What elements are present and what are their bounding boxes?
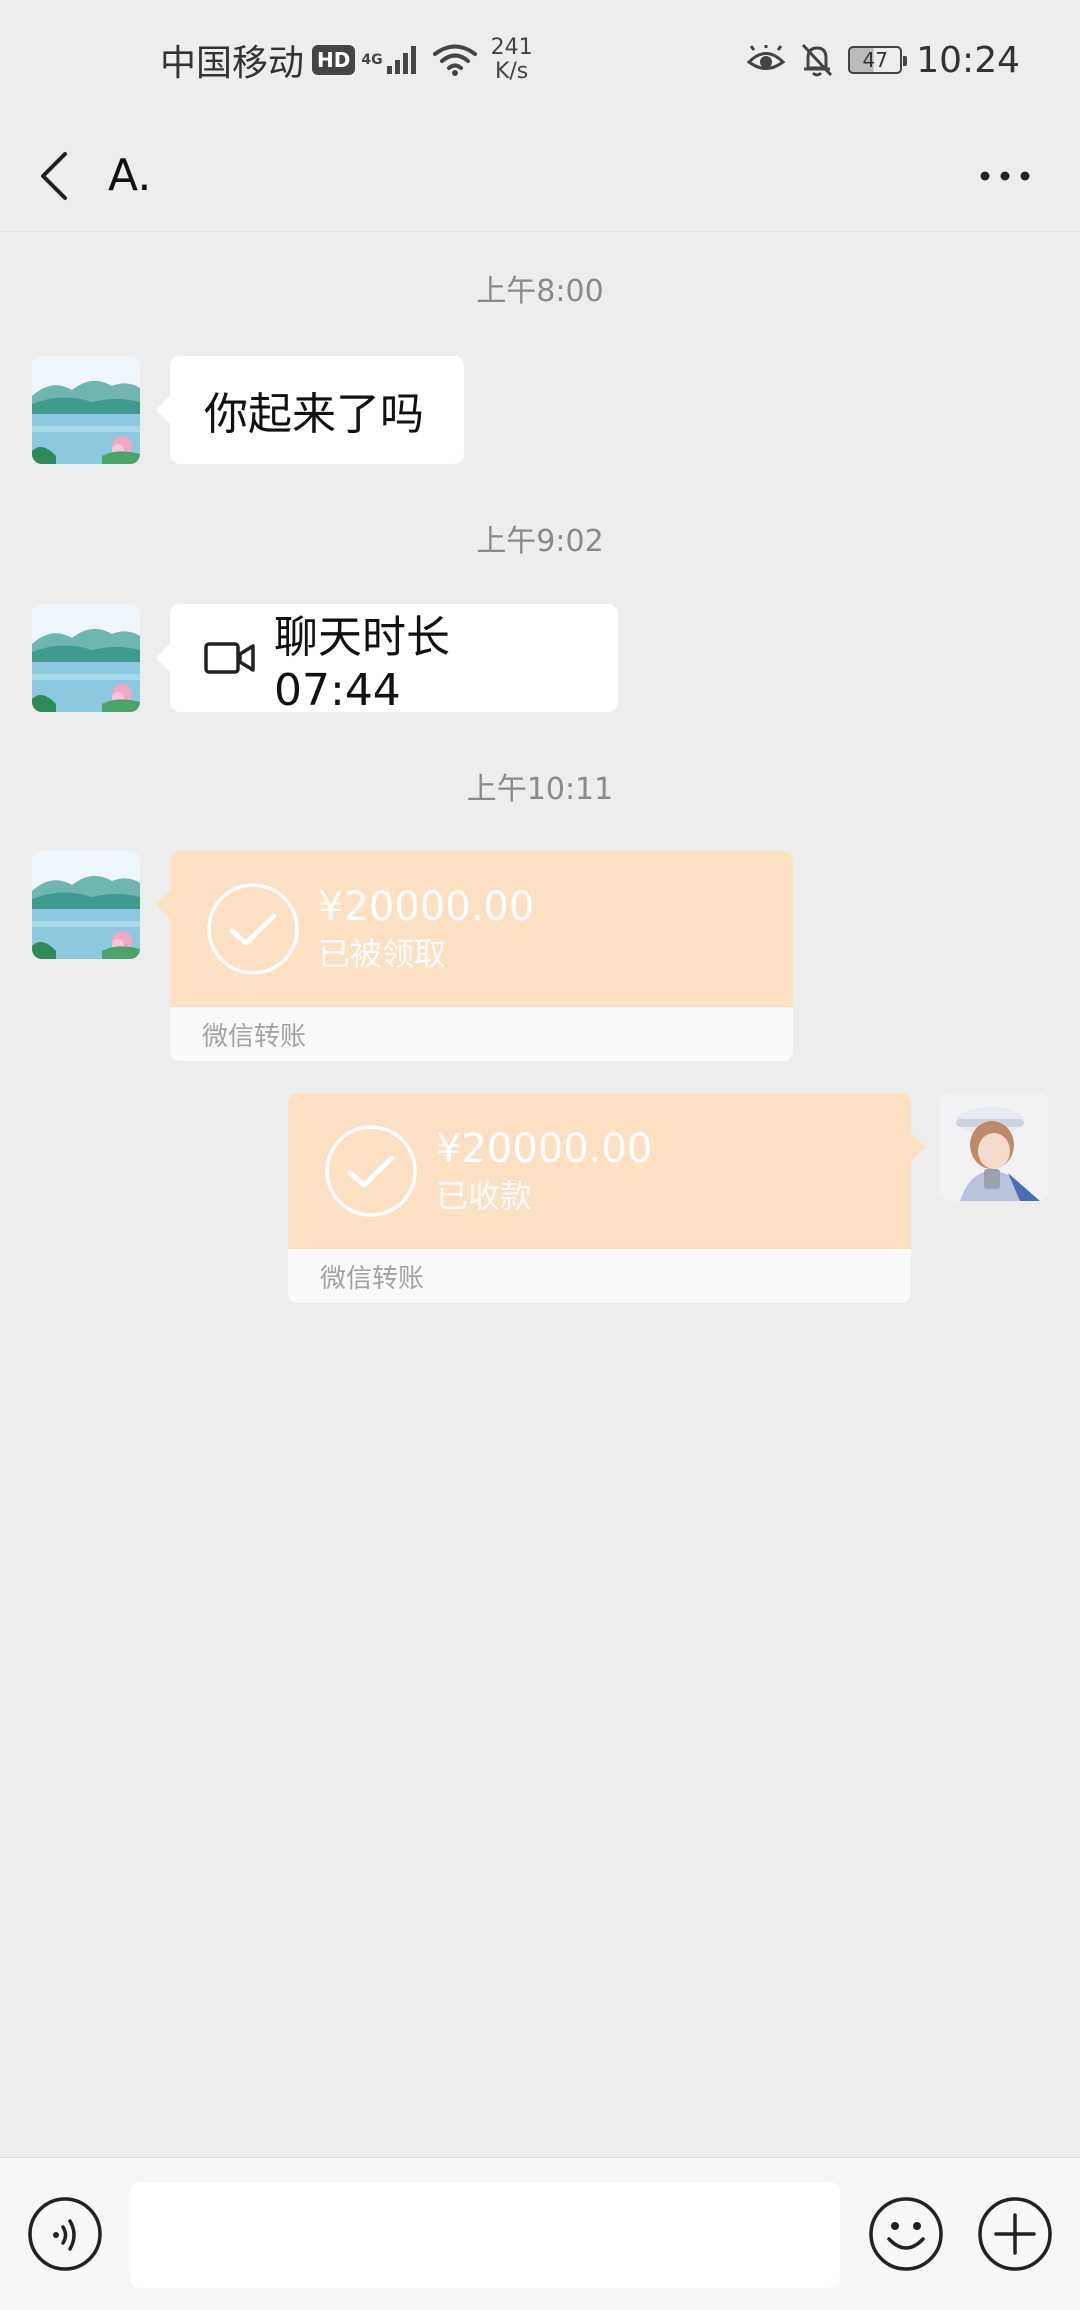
- voice-icon: [28, 2197, 102, 2271]
- speed-unit: K/s: [494, 59, 529, 84]
- message-timestamp: 上午10:11: [466, 772, 614, 807]
- check-circle-icon: [325, 1125, 417, 1217]
- status-left: 中国移动 HD 4G 241 K/s: [160, 34, 533, 86]
- landscape-avatar-image: [32, 356, 140, 464]
- message-timestamp: 上午8:00: [476, 274, 604, 309]
- network-type: 4G: [361, 52, 383, 68]
- contact-avatar[interactable]: [32, 851, 140, 959]
- transfer-card[interactable]: ¥20000.00 已被领取 微信转账: [156, 851, 793, 1061]
- video-call-bubble[interactable]: 聊天时长 07:44: [156, 604, 618, 716]
- transfer-card-body: ¥20000.00 已收款: [288, 1093, 925, 1249]
- landscape-avatar-image: [32, 851, 140, 959]
- message-timestamp: 上午9:02: [476, 524, 604, 559]
- carrier-name: 中国移动: [160, 43, 305, 84]
- transfer-info: ¥20000.00 已被领取: [318, 882, 534, 976]
- hd-badge: HD: [312, 45, 356, 75]
- voice-button[interactable]: [26, 2195, 104, 2273]
- contact-avatar[interactable]: [32, 356, 140, 464]
- my-avatar[interactable]: [940, 1093, 1048, 1201]
- eye-icon: [746, 45, 786, 70]
- wifi-icon: [432, 44, 477, 76]
- back-button[interactable]: [4, 126, 104, 226]
- transfer-info: ¥20000.00 已收款: [436, 1124, 652, 1218]
- speed-value: 241: [490, 35, 533, 60]
- chat-header: A.: [0, 120, 1080, 232]
- message-input[interactable]: [130, 2182, 840, 2288]
- call-duration-text: 聊天时长 07:44: [274, 611, 450, 716]
- chat-title: A.: [108, 150, 152, 201]
- status-time: 10:24: [916, 39, 1020, 81]
- transfer-amount: ¥20000.00: [436, 1126, 653, 1172]
- input-bar: [0, 2157, 1080, 2310]
- message-bubble[interactable]: 你起来了吗: [156, 356, 464, 464]
- message-text: 你起来了吗: [204, 389, 424, 440]
- video-camera-icon: [204, 639, 256, 677]
- landscape-avatar-image: [32, 604, 140, 712]
- network-speed: 241 K/s: [491, 36, 533, 84]
- transfer-card[interactable]: ¥20000.00 已收款 微信转账: [288, 1093, 925, 1303]
- emoji-button[interactable]: [867, 2195, 945, 2273]
- emoji-icon: [869, 2197, 943, 2271]
- bell-off-icon: [802, 43, 833, 77]
- contact-avatar[interactable]: [32, 604, 140, 712]
- check-circle-icon: [207, 883, 299, 975]
- more-dots-icon: [980, 171, 1030, 181]
- more-functions-button[interactable]: [976, 2195, 1054, 2273]
- transfer-footer: 微信转账: [202, 1021, 307, 1052]
- status-right: 47 10:24: [746, 40, 1020, 81]
- transfer-footer: 微信转账: [320, 1263, 425, 1294]
- transfer-status: 已被领取: [318, 935, 447, 973]
- transfer-card-body: ¥20000.00 已被领取: [156, 851, 793, 1007]
- more-button[interactable]: [970, 148, 1040, 204]
- transfer-status: 已收款: [436, 1177, 533, 1215]
- anime-avatar-image: [940, 1093, 1048, 1201]
- transfer-amount: ¥20000.00: [318, 884, 535, 930]
- signal-icon: [386, 46, 416, 74]
- chevron-left-icon: [41, 151, 67, 200]
- battery-indicator: 47: [848, 46, 908, 74]
- status-bar: 中国移动 HD 4G 241 K/s 47 10:24: [0, 0, 1080, 120]
- plus-icon: [978, 2197, 1052, 2271]
